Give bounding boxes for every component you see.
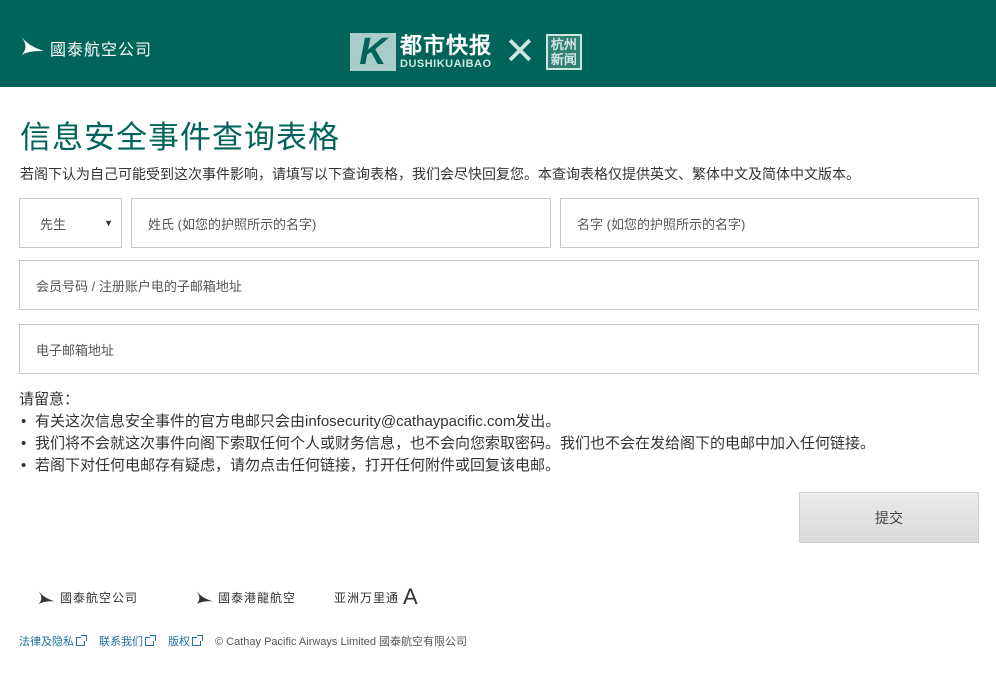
brushwing-icon [20, 35, 44, 55]
external-link-icon [192, 634, 203, 646]
notice-item-text: 若阁下对任何电邮存有疑虑，请勿点击任何链接，打开任何附件或回复该电邮。 [35, 457, 561, 474]
title-select[interactable]: 先生 ▼ [19, 198, 122, 248]
footer-links: 法律及隐私 联系我们 版权 © Cathay Pacific Airways L… [19, 633, 467, 649]
page-title: 信息安全事件查询表格 [20, 120, 340, 155]
bullet-icon: • [21, 435, 27, 452]
surname-placeholder: 姓氏 (如您的护照所示的名字) [148, 216, 317, 232]
dushikuaibao-cn: 都市快报 [400, 33, 493, 58]
chevron-down-icon: ▼ [104, 218, 113, 228]
surname-input[interactable]: 姓氏 (如您的护照所示的名字) [131, 198, 551, 248]
submit-button[interactable]: 提交 [799, 492, 979, 543]
legal-privacy-link[interactable]: 法律及隐私 [19, 633, 87, 649]
contact-us-link[interactable]: 联系我们 [99, 633, 156, 649]
footer-asiamiles-logo[interactable]: 亚洲万里通 A [334, 584, 419, 610]
email-input[interactable]: 电子邮箱地址 [19, 324, 979, 374]
member-number-placeholder: 会员号码 / 注册账户电的子邮箱地址 [36, 278, 242, 294]
top-banner: 國泰航空公司 K 都市快报 DUSHIKUAIBAO ✕ 杭州新闻 [0, 0, 996, 87]
partner-logos: K 都市快报 DUSHIKUAIBAO ✕ 杭州新闻 [350, 33, 582, 71]
footer-dragon-logo[interactable]: 國泰港龍航空 [194, 588, 296, 606]
member-number-input[interactable]: 会员号码 / 注册账户电的子邮箱地址 [19, 260, 979, 310]
notice-item-text: 我们将不会就这次事件向阁下索取任何个人或财务信息，也不会向您索取密码。我们也不会… [35, 435, 876, 452]
cathay-logo-text: 國泰航空公司 [50, 42, 153, 59]
copyright-label: 版权 [168, 636, 190, 648]
email-placeholder: 电子邮箱地址 [36, 342, 115, 358]
external-link-icon [76, 634, 87, 646]
given-name-input[interactable]: 名字 (如您的护照所示的名字) [560, 198, 979, 248]
list-item: • 有关这次信息安全事件的官方电邮只会由infosecurity@cathaypa… [19, 411, 875, 433]
bullet-icon: • [21, 457, 27, 474]
external-link-icon [145, 634, 156, 646]
notice-heading: 请留意： [19, 391, 80, 408]
dushikuaibao-en: DUSHIKUAIBAO [400, 58, 492, 70]
footer-asiamiles-text: 亚洲万里通 [334, 590, 400, 605]
dushikuaibao-logo: 都市快报 DUSHIKUAIBAO [400, 33, 493, 71]
copyright-link[interactable]: 版权 [168, 633, 203, 649]
dushikuaibao-k-icon: K [350, 33, 396, 71]
contact-us-label: 联系我们 [99, 636, 143, 648]
notice-list: • 有关这次信息安全事件的官方电邮只会由infosecurity@cathaypa… [19, 411, 875, 477]
brushwing-icon [195, 589, 213, 605]
legal-privacy-label: 法律及隐私 [19, 636, 74, 648]
copyright-text: © Cathay Pacific Airways Limited 國泰航空有限公… [215, 636, 467, 648]
asiamiles-a-icon: A [403, 584, 419, 609]
cross-icon: ✕ [504, 31, 536, 73]
footer-logos: 國泰航空公司 國泰港龍航空 亚洲万里通 A [36, 584, 419, 610]
brushwing-icon [37, 589, 55, 605]
footer-dragon-text: 國泰港龍航空 [218, 590, 297, 605]
notice-item-text: 有关这次信息安全事件的官方电邮只会由infosecurity@cathaypac… [35, 413, 561, 430]
footer-cathay-text: 國泰航空公司 [60, 590, 139, 605]
intro-text: 若阁下认为自己可能受到这次事件影响，请填写以下查询表格，我们会尽快回复您。本查询… [20, 166, 860, 182]
title-select-value: 先生 [40, 216, 67, 232]
list-item: • 我们将不会就这次事件向阁下索取任何个人或财务信息，也不会向您索取密码。我们也不… [19, 433, 875, 455]
cathay-logo[interactable]: 國泰航空公司 [18, 30, 152, 60]
notice-section: 请留意： • 有关这次信息安全事件的官方电邮只会由infosecurity@cat… [19, 389, 875, 477]
list-item: • 若阁下对任何电邮存有疑虑，请勿点击任何链接，打开任何附件或回复该电邮。 [19, 455, 875, 477]
bullet-icon: • [21, 413, 27, 430]
hangzhou-news-logo: 杭州新闻 [545, 34, 582, 70]
footer-cathay-logo[interactable]: 國泰航空公司 [36, 588, 138, 606]
given-name-placeholder: 名字 (如您的护照所示的名字) [577, 216, 746, 232]
